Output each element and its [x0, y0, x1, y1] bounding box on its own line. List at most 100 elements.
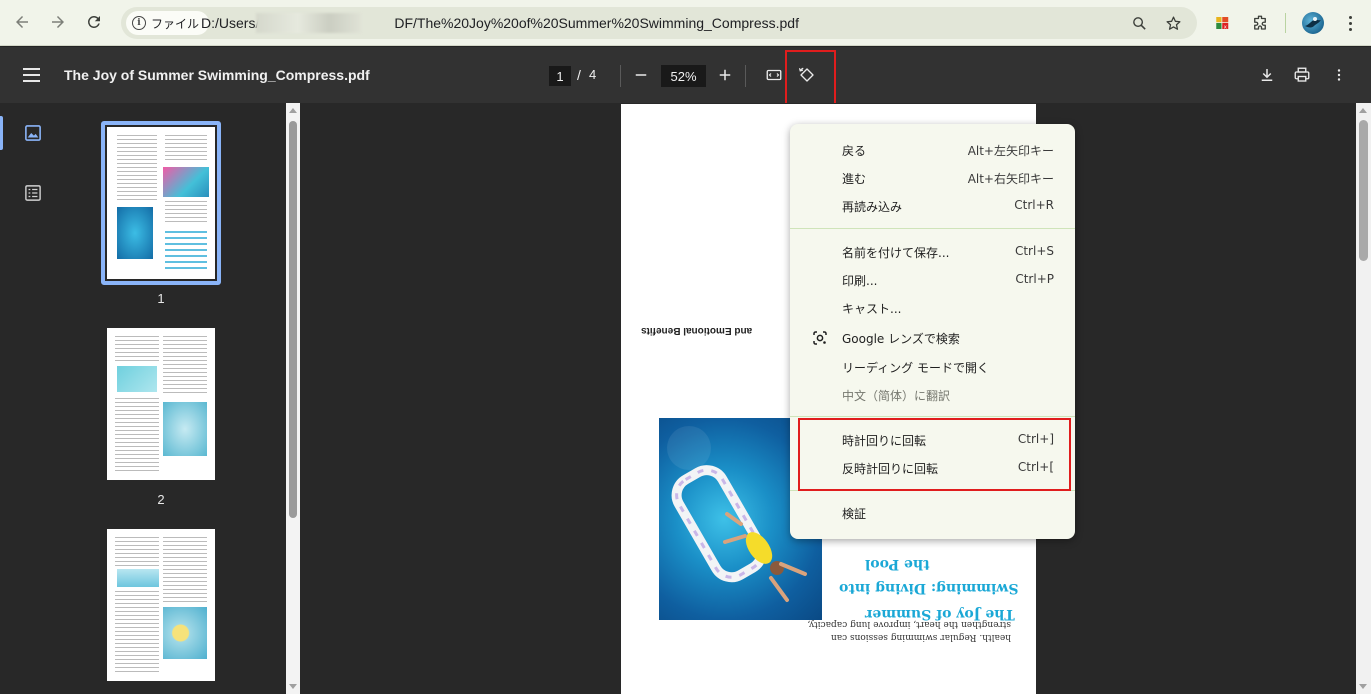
thumbnail-photo	[163, 402, 207, 456]
menu-item-label: 進む	[842, 172, 867, 186]
page-text-line: health. Regular swimming sessions can	[830, 632, 1011, 642]
url-prefix: D:/Users/	[201, 15, 260, 31]
zoom-in-button[interactable]	[713, 63, 737, 87]
more-vert-icon	[1337, 69, 1341, 81]
scroll-down-arrow[interactable]	[1359, 684, 1367, 689]
menu-item-reload[interactable]: 再読み込み Ctrl+R	[790, 192, 1075, 220]
toolbar-divider	[1285, 13, 1286, 33]
menu-item-print[interactable]: 印刷... Ctrl+P	[790, 266, 1075, 294]
thumbnail-text-lines	[115, 537, 159, 567]
menu-item-save-as[interactable]: 名前を付けて保存... Ctrl+S	[790, 238, 1075, 266]
forward-button[interactable]	[43, 7, 73, 37]
toolbar-divider	[745, 65, 746, 87]
zoom-out-button[interactable]	[629, 63, 653, 87]
thumbnail-number: 2	[157, 492, 165, 507]
thumbnail-page-1[interactable]	[107, 127, 215, 279]
thumbnail-page-3[interactable]	[107, 529, 215, 681]
thumbnail-page-2[interactable]	[107, 328, 215, 480]
viewer-scrollbar-thumb[interactable]	[1359, 120, 1368, 261]
site-info-chip[interactable]: i ファイル	[126, 11, 210, 35]
menu-item-label: 印刷...	[842, 274, 878, 288]
scroll-down-arrow[interactable]	[289, 684, 297, 689]
menu-item-shortcut: Ctrl+R	[1014, 198, 1054, 212]
document-title-line: Swimming: Diving into	[839, 580, 1019, 596]
reload-icon	[87, 15, 100, 28]
plus-icon	[719, 69, 731, 81]
redacted-region	[256, 13, 361, 33]
scroll-up-arrow[interactable]	[289, 108, 297, 113]
menu-item-label: リーディング モードで開く	[842, 361, 989, 375]
rotate-button-highlight	[785, 50, 836, 111]
thumbnail-photo	[117, 366, 157, 392]
section-heading: and Emotional Benefits	[641, 325, 753, 336]
active-tab-indicator	[0, 116, 3, 150]
menu-item-back[interactable]: 戻る Alt+左矢印キー	[790, 136, 1075, 164]
menu-item-label: 中文（简体）に翻訳	[842, 389, 951, 403]
image-icon	[25, 125, 41, 141]
pdf-more-actions-button[interactable]	[1327, 63, 1351, 87]
url-suffix: DF/The%20Joy%20of%20Summer%20Swimming_Co…	[394, 15, 799, 31]
profile-avatar[interactable]	[1302, 12, 1324, 34]
menu-item-shortcut: Ctrl+P	[1015, 272, 1054, 286]
outline-tab[interactable]	[24, 184, 42, 202]
menu-item-cast[interactable]: キャスト...	[790, 294, 1075, 322]
reload-button[interactable]	[79, 7, 109, 37]
download-icon	[1261, 69, 1273, 81]
minus-icon	[635, 74, 647, 76]
thumbnail-text-lines	[163, 537, 207, 603]
menu-item-label: キャスト...	[842, 302, 902, 316]
zoom-input[interactable]: 52%	[661, 65, 706, 87]
google-lens-icon	[813, 331, 827, 345]
menu-item-shortcut: Alt+右矢印キー	[967, 172, 1054, 186]
menu-item-forward[interactable]: 進む Alt+右矢印キー	[790, 164, 1075, 192]
thumbnail-number: 1	[157, 291, 165, 306]
zoom-indicator-button[interactable]	[1129, 13, 1149, 33]
menu-item-label: 戻る	[842, 144, 867, 158]
back-button[interactable]	[7, 7, 37, 37]
menu-item-google-lens[interactable]: Google レンズで検索	[790, 324, 1075, 352]
magnifier-icon	[1132, 16, 1146, 30]
thumbnail-photo	[163, 607, 207, 659]
download-button[interactable]	[1255, 63, 1279, 87]
extension-badge-icon: x	[1216, 17, 1229, 30]
thumbnail-photo	[163, 167, 209, 197]
thumbnail-text-lines	[115, 591, 159, 675]
fit-width-icon	[766, 69, 782, 81]
thumbnail-photo	[117, 207, 153, 259]
list-icon	[25, 185, 41, 201]
document-title-line: The Joy of Summer	[865, 606, 1015, 622]
menu-item-inspect[interactable]: 検証	[790, 499, 1075, 527]
thumbnail-scrollbar-thumb[interactable]	[289, 121, 297, 518]
arrow-left-icon	[16, 16, 28, 28]
menu-item-reading-mode[interactable]: リーディング モードで開く	[790, 353, 1075, 381]
print-button[interactable]	[1290, 63, 1314, 87]
page-separator: /	[577, 67, 581, 83]
bookmark-button[interactable]	[1163, 13, 1183, 33]
extension-icon-1[interactable]: x	[1211, 11, 1235, 35]
site-chip-label: ファイル	[151, 16, 200, 31]
menu-separator	[790, 416, 1075, 417]
document-title: The Joy of Summer Swimming_Compress.pdf	[64, 67, 370, 83]
profile-picture-icon	[1305, 17, 1321, 28]
thumbnail-text-lines	[165, 201, 207, 225]
menu-item-translate[interactable]: 中文（简体）に翻訳	[790, 381, 1075, 409]
extensions-button[interactable]	[1248, 11, 1272, 35]
star-icon	[1165, 15, 1181, 30]
address-bar[interactable]: i ファイル D:/Users/DF/The%20Joy%20of%20Summ…	[121, 7, 1197, 39]
menu-item-label: 名前を付けて保存...	[842, 246, 950, 260]
document-title-line: the Pool	[865, 556, 930, 572]
thumbnail-text-lines	[117, 135, 157, 203]
page-total: 4	[589, 67, 597, 82]
sidebar-toggle-button[interactable]	[23, 68, 40, 82]
scroll-up-arrow[interactable]	[1359, 108, 1367, 113]
menu-item-shortcut: Ctrl+S	[1014, 244, 1054, 258]
page-number-input[interactable]: 1	[549, 66, 571, 86]
fit-to-page-button[interactable]	[762, 63, 786, 87]
thumbnail-text-lines	[115, 336, 159, 364]
toolbar-divider	[620, 65, 621, 87]
info-icon: i	[132, 16, 146, 30]
thumbnails-tab[interactable]	[24, 124, 42, 142]
rotate-options-highlight	[798, 418, 1071, 491]
arrow-right-icon	[52, 16, 64, 28]
browser-menu-button[interactable]	[1340, 12, 1360, 34]
